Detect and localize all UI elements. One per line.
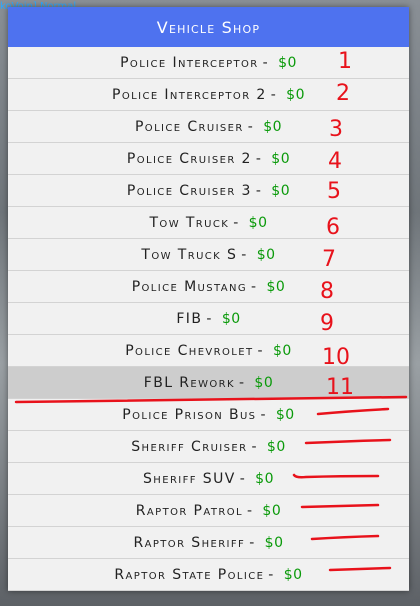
- item-price: $0: [263, 118, 283, 135]
- menu-item-police-cruiser[interactable]: Police Cruiser - $0: [8, 111, 409, 143]
- item-price: $0: [266, 278, 286, 295]
- item-name: Sheriff Cruiser: [131, 438, 248, 455]
- item-price: $0: [275, 406, 295, 423]
- menu-item-police-mustang[interactable]: Police Mustang - $0: [8, 271, 409, 303]
- item-price: $0: [255, 470, 274, 487]
- item-name: Raptor State Police: [114, 566, 265, 583]
- item-price: $0: [272, 342, 292, 359]
- item-name: Raptor Sheriff: [133, 534, 246, 551]
- item-price: $0: [286, 86, 305, 103]
- vehicle-shop-menu: Vehicle Shop Police Interceptor - $0 Polic…: [8, 7, 409, 591]
- item-price: $0: [248, 214, 268, 231]
- item-price: $0: [271, 182, 291, 199]
- menu-item-police-interceptor[interactable]: Police Interceptor - $0: [8, 47, 409, 79]
- item-price: $0: [262, 502, 282, 519]
- item-name: FBL Rework: [143, 374, 235, 391]
- menu-item-sheriff-cruiser[interactable]: Sheriff Cruiser - $0: [8, 431, 409, 463]
- item-name: Police Prison Bus: [122, 406, 257, 423]
- menu-item-police-cruiser-2[interactable]: Police Cruiser 2- $0: [8, 143, 409, 175]
- item-price: $0: [254, 374, 274, 391]
- item-price: $0: [283, 566, 303, 583]
- item-name: Police Mustang: [131, 278, 248, 295]
- menu-item-police-chevrolet[interactable]: Police Chevrolet - $0: [8, 335, 409, 367]
- menu-item-police-interceptor-2[interactable]: Police Interceptor 2- $0: [8, 79, 409, 111]
- item-name: Police Cruiser: [134, 118, 244, 135]
- item-name: Police Interceptor 2: [112, 86, 267, 103]
- menu-item-raptor-patrol[interactable]: Raptor Patrol - $0: [8, 495, 409, 527]
- item-name: Police Cruiser 3: [126, 182, 252, 199]
- item-price: $0: [278, 54, 297, 71]
- item-name: Police Chevrolet: [125, 342, 254, 359]
- menu-title: Vehicle Shop: [8, 7, 409, 47]
- item-name: Sheriff SUV: [143, 470, 236, 487]
- menu-item-fib[interactable]: FIB - $0: [8, 303, 409, 335]
- menu-item-tow-truck[interactable]: Tow Truck - $0: [8, 207, 409, 239]
- menu-item-raptor-sheriff[interactable]: Raptor Sheriff - $0: [8, 527, 409, 559]
- item-price: $0: [256, 246, 276, 263]
- menu-item-tow-truck-s[interactable]: Tow Truck S - $0: [8, 239, 409, 271]
- item-price: $0: [266, 438, 286, 455]
- menu-item-police-prison-bus[interactable]: Police Prison Bus - $0: [8, 399, 409, 431]
- menu-item-police-cruiser-3[interactable]: Police Cruiser 3- $0: [8, 175, 409, 207]
- item-price: $0: [271, 150, 291, 167]
- item-name: Police Cruiser 2: [126, 150, 252, 167]
- menu-item-raptor-state-police[interactable]: Raptor State Police - $0: [8, 559, 409, 591]
- menu-item-sheriff-suv[interactable]: Sheriff SUV - $0: [8, 463, 409, 495]
- item-name: Raptor Patrol: [135, 502, 243, 519]
- item-name: Tow Truck S: [141, 246, 238, 263]
- item-name: Police Interceptor: [120, 54, 259, 71]
- item-price: $0: [264, 534, 284, 551]
- menu-item-fbl-rework[interactable]: FBL Rework - $0: [8, 367, 409, 399]
- item-name: FIB: [176, 310, 203, 327]
- item-name: Tow Truck: [149, 214, 230, 231]
- item-price: $0: [221, 310, 241, 327]
